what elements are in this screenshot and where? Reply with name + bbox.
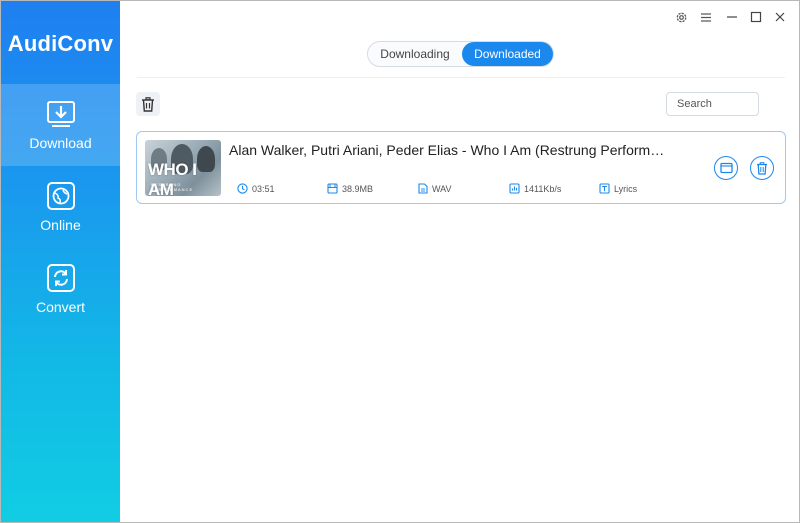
convert-icon [45, 263, 77, 293]
sidebar-item-label: Online [40, 217, 81, 233]
header-divider [137, 77, 785, 78]
open-folder-button[interactable] [714, 156, 738, 180]
delete-track-button[interactable] [750, 156, 774, 180]
sidebar-item-download[interactable]: Download [1, 84, 120, 166]
sidebar-item-label: Convert [35, 299, 86, 315]
settings-icon[interactable] [671, 8, 691, 26]
download-icon [45, 99, 77, 129]
track-bitrate: 1411Kb/s [509, 183, 561, 194]
bitrate-icon [509, 183, 520, 194]
menu-icon[interactable] [696, 8, 716, 26]
file-format-icon [418, 183, 428, 194]
delete-all-button[interactable] [136, 92, 160, 116]
track-thumbnail: WHO I AM RESTRUNG PERFORMANCE [145, 140, 221, 196]
file-size-icon [327, 183, 338, 194]
tab-downloading[interactable]: Downloading [368, 42, 462, 66]
trash-icon [142, 96, 154, 112]
sidebar-item-convert[interactable]: Convert [1, 248, 120, 330]
app-title: AudiConv [7, 31, 114, 56]
search-input[interactable] [666, 92, 759, 116]
duration-value: 03:51 [252, 183, 275, 194]
minimize-icon[interactable] [722, 8, 742, 26]
track-title: Alan Walker, Putri Ariani, Peder Elias -… [229, 142, 669, 158]
sidebar: AudiConv Download Online Convert [1, 1, 120, 522]
track-duration: 03:51 [237, 183, 275, 194]
bitrate-value: 1411Kb/s [524, 183, 562, 194]
track-card[interactable]: WHO I AM RESTRUNG PERFORMANCE Alan Walke… [136, 131, 786, 204]
lyrics-icon [599, 183, 610, 194]
track-format: WAV [418, 183, 452, 194]
thumbnail-subtext: RESTRUNG PERFORMANCE [151, 182, 194, 192]
trash-icon [757, 161, 767, 175]
close-icon[interactable] [770, 8, 790, 26]
app-window: AudiConv Download Online Convert Downloa… [0, 0, 800, 523]
track-lyrics: Lyrics [599, 183, 637, 194]
format-value: WAV [432, 183, 452, 194]
clock-icon [237, 183, 248, 194]
maximize-icon[interactable] [746, 8, 766, 26]
sidebar-item-online[interactable]: Online [1, 166, 120, 248]
folder-icon [719, 162, 733, 174]
tab-downloaded[interactable]: Downloaded [462, 42, 553, 66]
sidebar-item-label: Download [29, 135, 92, 151]
download-tabs: Downloading Downloaded [367, 41, 554, 67]
size-value: 38.9MB [342, 183, 374, 194]
lyrics-value: Lyrics [614, 183, 638, 194]
globe-icon [45, 181, 77, 211]
track-size: 38.9MB [327, 183, 373, 194]
